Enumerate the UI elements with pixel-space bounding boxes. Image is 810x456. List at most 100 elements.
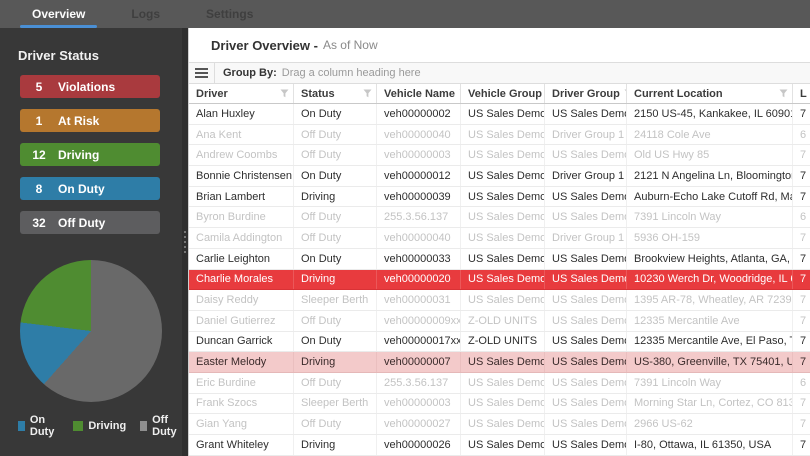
cell-l: 7 (800, 190, 807, 203)
table-row[interactable]: Daniel Gutierrez Off Duty veh00000009xx Z-O… (189, 310, 810, 332)
cell-status: Off Duty (294, 124, 377, 145)
table-row[interactable]: Bonnie Christensen On Duty veh00000012 US S… (189, 166, 810, 187)
cell-vehicle-name: veh00000033 (377, 248, 461, 269)
cell-vehicle-group: US Sales Demo (... (461, 372, 545, 393)
cell-l: 6 (800, 376, 807, 389)
status-count: 32 (32, 215, 46, 230)
filter-icon[interactable] (779, 89, 788, 98)
cell-status: On Duty (294, 248, 377, 269)
cell-driver-group: US Sales Demo (... (545, 145, 627, 166)
cell-l: 7 (800, 314, 807, 327)
table-row[interactable]: Andrew Coombs Off Duty veh00000003 US Sales… (189, 145, 810, 167)
status-label: Off Duty (58, 215, 106, 230)
status-button-off-duty[interactable]: 32 Off Duty (20, 211, 160, 234)
table-row[interactable]: Duncan Garrick On Duty veh00000017xx Z-OLD … (189, 331, 810, 353)
table-row[interactable]: Charlie Morales Driving veh00000020 US Sale… (189, 269, 810, 291)
driver-overview-panel: Driver Overview - As of Now Group By: Dr… (188, 28, 810, 456)
cell-current-location: 24118 Cole Ave (627, 124, 793, 145)
cell-driver-group: US Sales Demo (... (545, 331, 627, 352)
table-row[interactable]: Ana Kent Off Duty veh00000040 US Sales Demo… (189, 124, 810, 146)
cell-l: 7 (800, 149, 807, 162)
cell-driver: Andrew Coombs (189, 145, 294, 166)
cell-driver: Frank Szocs (189, 393, 294, 414)
driver-status-pie-chart (20, 260, 162, 402)
cell-driver: Duncan Garrick (189, 331, 294, 352)
cell-driver-group: US Sales Demo (... (545, 372, 627, 393)
cell-current-location: 7391 Lincoln Way (627, 372, 793, 393)
status-label: On Duty (58, 181, 105, 196)
grid-header-row: Driver Status Vehicle Name Vehicle Group Dri… (189, 84, 810, 104)
column-header-status[interactable]: Status (294, 84, 377, 103)
cell-vehicle-name: veh00000007 (377, 352, 461, 372)
status-button-driving[interactable]: 12 Driving (20, 143, 160, 166)
cell-driver-group: US Sales Demo (... (545, 435, 627, 455)
tab-logs[interactable]: Logs (117, 0, 174, 28)
table-row[interactable]: Easter Melody Driving veh00000007 US Sales … (189, 352, 810, 373)
cell-vehicle-group: US Sales Demo (... (461, 166, 545, 186)
cell-driver-group: US Sales Demo (... (545, 352, 627, 372)
table-row[interactable]: Brian Lambert Driving veh00000039 US Sales … (189, 186, 810, 208)
grid-menu-button[interactable] (189, 63, 215, 83)
cell-status: Driving (294, 352, 377, 372)
table-row[interactable]: Eric Burdine Off Duty 255.3.56.137 US Sales… (189, 372, 810, 394)
filter-icon[interactable] (363, 89, 372, 98)
group-by-dropzone[interactable]: Drag a column heading here (282, 67, 421, 79)
column-header-driver[interactable]: Driver (189, 84, 294, 103)
column-header-current-location[interactable]: Current Location (627, 84, 793, 103)
status-count: 5 (35, 79, 43, 94)
cell-vehicle-group: US Sales Demo (... (461, 248, 545, 269)
filter-icon[interactable] (280, 89, 289, 98)
cell-driver-group: US Sales Demo (... (545, 393, 627, 414)
cell-vehicle-name: veh00000003 (377, 393, 461, 414)
cell-current-location: 7391 Lincoln Way (627, 207, 793, 228)
cell-current-location: 2121 N Angelina Ln, Bloomington, IN 47..… (627, 166, 793, 186)
cell-driver: Charlie Morales (189, 269, 294, 290)
cell-status: Off Duty (294, 207, 377, 228)
cell-vehicle-name: 255.3.56.137 (377, 207, 461, 228)
cell-vehicle-name: veh00000009xx (377, 310, 461, 331)
cell-vehicle-group: US Sales Demo (... (461, 228, 545, 248)
cell-driver-group: Driver Group 1 (545, 124, 627, 145)
status-button-at-risk[interactable]: 1 At Risk (20, 109, 160, 132)
cell-current-location: I-80, Ottawa, IL 61350, USA (627, 435, 793, 455)
cell-vehicle-group: US Sales Demo (... (461, 124, 545, 145)
column-header-l[interactable]: L (793, 84, 810, 103)
column-header-vehicle-group[interactable]: Vehicle Group (461, 84, 545, 103)
cell-driver-group: Driver Group 1 (545, 228, 627, 248)
column-header-label: Vehicle Name (384, 87, 455, 100)
cell-vehicle-group: Z-OLD UNITS (461, 310, 545, 331)
cell-driver: Eric Burdine (189, 372, 294, 393)
column-header-driver-group[interactable]: Driver Group (545, 84, 627, 103)
cell-vehicle-name: veh00000003 (377, 145, 461, 166)
table-row[interactable]: Carlie Leighton On Duty veh00000033 US Sale… (189, 248, 810, 270)
legend-item-on-duty: On Duty (18, 414, 59, 438)
status-button-on-duty[interactable]: 8 On Duty (20, 177, 160, 200)
table-row[interactable]: Daisy Reddy Sleeper Berth veh00000031 US Sa… (189, 290, 810, 311)
cell-vehicle-group: Z-OLD UNITS (461, 331, 545, 352)
status-label: Driving (58, 147, 100, 162)
hamburger-icon (195, 68, 208, 70)
tab-overview[interactable]: Overview (18, 0, 99, 28)
group-by-bar: Group By: Drag a column heading here (189, 62, 810, 84)
cell-vehicle-group: US Sales Demo (... (461, 207, 545, 228)
cell-vehicle-group: US Sales Demo (... (461, 435, 545, 455)
status-button-violations[interactable]: 5 Violations (20, 75, 160, 98)
cell-vehicle-group: US Sales Demo (... (461, 104, 545, 124)
legend-label: On Duty (29, 414, 55, 438)
cell-l: 7 (800, 356, 807, 369)
table-row[interactable]: Byron Burdine Off Duty 255.3.56.137 US Sale… (189, 207, 810, 229)
cell-vehicle-name: veh00000039 (377, 186, 461, 207)
table-row[interactable]: Gian Yang Off Duty veh00000027 US Sales Dem… (189, 414, 810, 435)
tab-settings[interactable]: Settings (192, 0, 267, 28)
cell-current-location: US-380, Greenville, TX 75401, USA (627, 352, 793, 372)
table-row[interactable]: Frank Szocs Sleeper Berth veh00000003 US Sa… (189, 393, 810, 415)
cell-driver: Camila Addington (189, 228, 294, 248)
table-row[interactable]: Camila Addington Off Duty veh00000040 US Sa… (189, 228, 810, 249)
cell-vehicle-name: veh00000040 (377, 124, 461, 145)
table-row[interactable]: Alan Huxley On Duty veh00000002 US Sales De… (189, 104, 810, 125)
cell-driver-group: Driver Group 1 (545, 166, 627, 186)
cell-status: Off Duty (294, 228, 377, 248)
column-header-vehicle-name[interactable]: Vehicle Name (377, 84, 461, 103)
panel-title-bar: Driver Overview - As of Now (189, 28, 810, 62)
table-row[interactable]: Grant Whiteley Driving veh00000026 US Sales… (189, 435, 810, 456)
